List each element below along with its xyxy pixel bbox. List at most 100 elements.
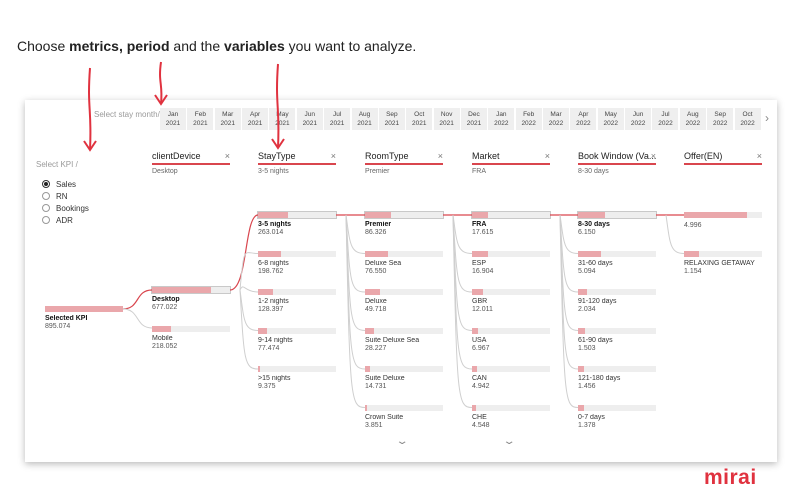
month-button[interactable]: Oct 2022 xyxy=(734,108,761,130)
radio-button[interactable] xyxy=(42,216,50,224)
tree-node-bar[interactable] xyxy=(472,250,550,257)
month-button[interactable]: Nov 2021 xyxy=(433,108,460,130)
tree-node-bar[interactable] xyxy=(578,289,656,295)
tree-node[interactable]: Desktop 677.022 xyxy=(151,286,231,311)
month-button[interactable]: Aug 2022 xyxy=(679,108,706,130)
tree-node-bar[interactable] xyxy=(151,286,231,294)
month-button[interactable]: Apr 2021 xyxy=(242,108,269,130)
radio-button[interactable] xyxy=(42,204,50,212)
tree-node-bar[interactable] xyxy=(577,211,657,219)
month-button[interactable]: Feb 2022 xyxy=(515,108,542,130)
close-icon[interactable]: × xyxy=(757,151,762,161)
tree-node-bar[interactable] xyxy=(365,327,443,334)
close-icon[interactable]: × xyxy=(225,151,230,161)
tree-node[interactable]: 121-180 days 1.456 xyxy=(578,366,656,390)
close-icon[interactable]: × xyxy=(331,151,336,161)
month-button[interactable]: Jan 2021 xyxy=(160,108,186,130)
tree-node-bar[interactable] xyxy=(472,404,550,411)
tree-node-bar[interactable] xyxy=(152,325,230,332)
tree-node[interactable]: >15 nights 9.375 xyxy=(258,366,336,390)
tree-node-bar[interactable] xyxy=(258,327,336,334)
tree-node[interactable]: 1-2 nights 128.397 xyxy=(258,289,336,313)
kpi-option[interactable]: Sales xyxy=(42,178,89,190)
close-icon[interactable]: × xyxy=(545,151,550,161)
tree-node-bar[interactable] xyxy=(365,366,443,372)
tree-node-bar[interactable] xyxy=(472,366,550,372)
tree-node[interactable]: Crown Suite 3.851 xyxy=(365,404,443,429)
tree-node-bar[interactable] xyxy=(258,289,336,295)
tree-node[interactable]: FRA 17.615 xyxy=(471,211,551,236)
tree-node[interactable]: 8-30 days 6.150 xyxy=(577,211,657,236)
radio-button[interactable] xyxy=(42,192,50,200)
column-title[interactable]: Offer(EN) xyxy=(684,151,762,161)
column-title[interactable]: Market xyxy=(472,151,550,161)
tree-node[interactable]: Mobile 218.052 xyxy=(152,325,230,350)
close-icon[interactable]: × xyxy=(438,151,443,161)
tree-node[interactable]: 4.996 xyxy=(684,212,762,229)
month-button[interactable]: Oct 2021 xyxy=(406,108,433,130)
month-button[interactable]: Feb 2021 xyxy=(187,108,214,130)
tree-node-bar[interactable] xyxy=(365,404,443,411)
column-title[interactable]: Book Window (Va... xyxy=(578,151,656,161)
tree-node[interactable]: Premier 86.326 xyxy=(364,211,444,236)
tree-node-bar[interactable] xyxy=(578,327,656,334)
month-button[interactable]: Jul 2022 xyxy=(652,108,679,130)
tree-node-bar[interactable] xyxy=(578,366,656,372)
tree-node[interactable]: Deluxe 49.718 xyxy=(365,289,443,313)
tree-node[interactable]: Suite Deluxe 14.731 xyxy=(365,366,443,390)
root-node[interactable]: Selected KPI 895.074 xyxy=(45,306,123,330)
month-button[interactable]: Sep 2022 xyxy=(707,108,734,130)
tree-node[interactable]: 3-5 nights 263.014 xyxy=(257,211,337,236)
tree-node-bar[interactable] xyxy=(472,289,550,295)
tree-node[interactable]: 6-8 nights 198.762 xyxy=(258,250,336,275)
chevron-down-icon[interactable]: ⌄ xyxy=(502,436,515,447)
kpi-option[interactable]: RN xyxy=(42,190,89,202)
tree-node-bar[interactable] xyxy=(258,250,336,257)
tree-node-bar[interactable] xyxy=(365,250,443,257)
tree-node-bar[interactable] xyxy=(578,404,656,411)
chevron-right-icon[interactable]: › xyxy=(765,111,769,125)
tree-node[interactable]: 31-60 days 5.094 xyxy=(578,250,656,275)
tree-node[interactable]: RELAXING GETAWAY 1.154 xyxy=(684,250,762,275)
chevron-down-icon[interactable]: ⌄ xyxy=(395,436,408,447)
tree-node-bar[interactable] xyxy=(472,327,550,334)
month-button[interactable]: May 2022 xyxy=(597,108,624,130)
month-button[interactable]: Sep 2021 xyxy=(378,108,405,130)
kpi-option[interactable]: ADR xyxy=(42,214,89,226)
tree-node[interactable]: CHE 4.548 xyxy=(472,404,550,429)
month-button[interactable]: May 2021 xyxy=(269,108,296,130)
column-title[interactable]: StayType xyxy=(258,151,336,161)
tree-node-bar[interactable] xyxy=(578,250,656,257)
kpi-option[interactable]: Bookings xyxy=(42,202,89,214)
tree-node-bar[interactable] xyxy=(684,250,762,257)
tree-node[interactable]: Deluxe Sea 76.550 xyxy=(365,250,443,275)
column-title[interactable]: clientDevice xyxy=(152,151,230,161)
month-button[interactable]: Mar 2022 xyxy=(543,108,570,130)
tree-node[interactable]: 9-14 nights 77.474 xyxy=(258,327,336,352)
tree-node[interactable]: ESP 16.904 xyxy=(472,250,550,275)
month-button[interactable]: Jun 2021 xyxy=(296,108,323,130)
month-button[interactable]: Jul 2021 xyxy=(324,108,351,130)
month-button[interactable]: Jan 2022 xyxy=(488,108,515,130)
tree-node[interactable]: USA 6.967 xyxy=(472,327,550,352)
tree-node-bar[interactable] xyxy=(364,211,444,219)
tree-node-bar[interactable] xyxy=(258,366,336,372)
month-button[interactable]: Jun 2022 xyxy=(625,108,652,130)
radio-button[interactable] xyxy=(42,180,50,188)
tree-node[interactable]: 91-120 days 2.034 xyxy=(578,289,656,313)
close-icon[interactable]: × xyxy=(651,151,656,161)
tree-node[interactable]: GBR 12.011 xyxy=(472,289,550,313)
tree-node-bar[interactable] xyxy=(365,289,443,295)
month-button[interactable]: Apr 2022 xyxy=(570,108,597,130)
tree-node[interactable]: Suite Deluxe Sea 28.227 xyxy=(365,327,443,352)
tree-node[interactable]: 61-90 days 1.503 xyxy=(578,327,656,352)
tree-node-bar[interactable] xyxy=(45,306,123,312)
tree-node-bar[interactable] xyxy=(684,212,762,218)
tree-node[interactable]: CAN 4.942 xyxy=(472,366,550,390)
column-title[interactable]: RoomType xyxy=(365,151,443,161)
tree-node-bar[interactable] xyxy=(471,211,551,219)
tree-node-bar[interactable] xyxy=(257,211,337,219)
tree-node[interactable]: 0-7 days 1.378 xyxy=(578,404,656,429)
month-button[interactable]: Mar 2021 xyxy=(214,108,241,130)
month-button[interactable]: Aug 2021 xyxy=(351,108,378,130)
